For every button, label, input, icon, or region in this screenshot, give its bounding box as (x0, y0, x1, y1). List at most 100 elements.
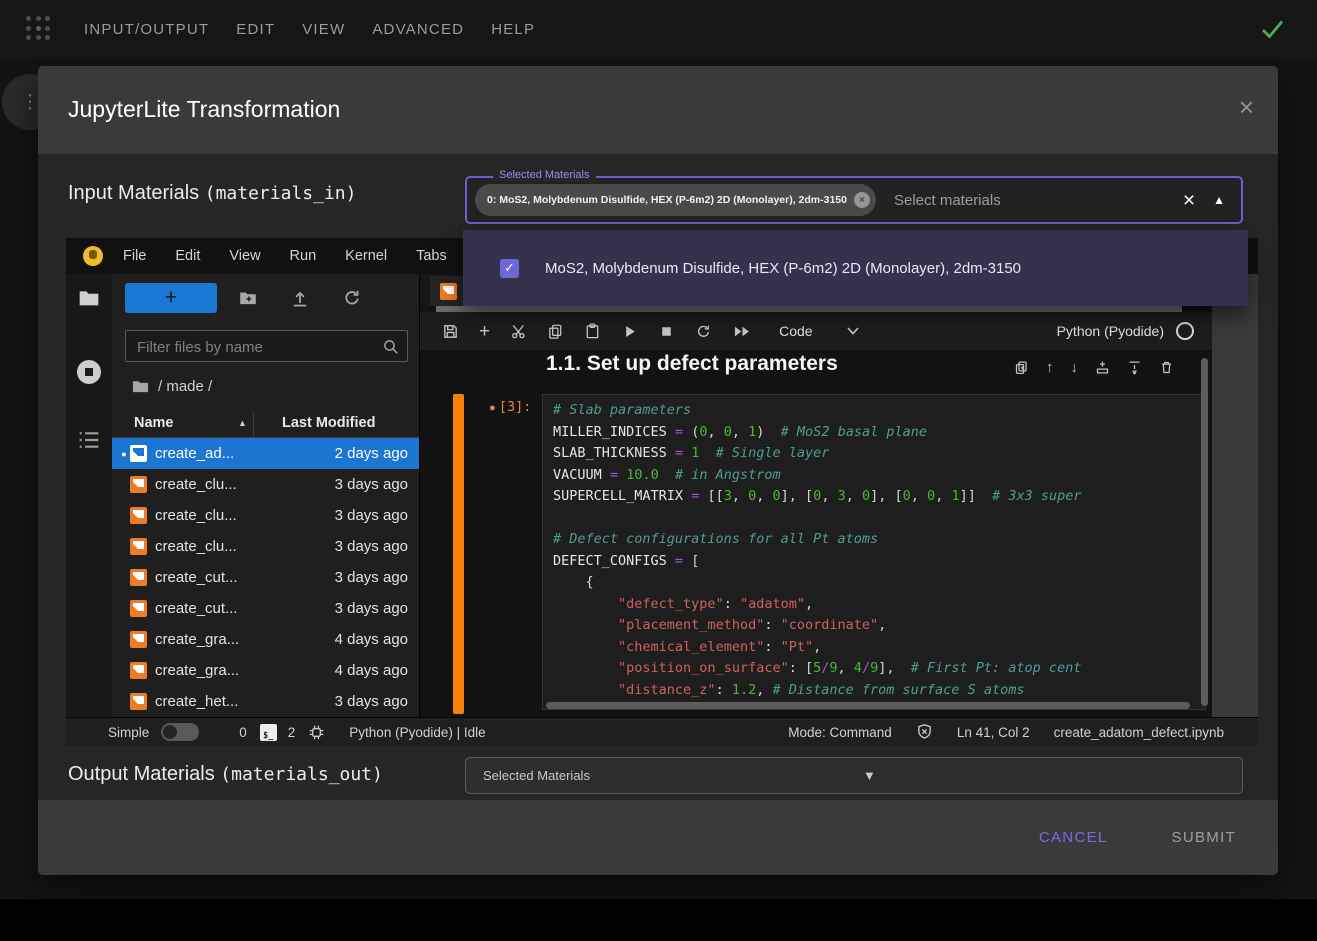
cell-collapser[interactable] (453, 394, 464, 714)
app-menu-edit[interactable]: EDIT (236, 21, 275, 38)
jupyter-menu-view[interactable]: View (229, 248, 260, 264)
jupyter-menu-run[interactable]: Run (290, 248, 317, 264)
material-chip[interactable]: 0: MoS2, Molybdenum Disulfide, HEX (P-6m… (475, 184, 876, 216)
app-menu-input-output[interactable]: INPUT/OUTPUT (84, 21, 209, 38)
cut-icon[interactable] (510, 323, 527, 340)
simple-mode-label: Simple (108, 725, 149, 740)
new-launcher-button[interactable]: + (125, 283, 217, 313)
close-icon[interactable]: × (1239, 94, 1254, 120)
code-line: # Slab parameters (553, 400, 1195, 422)
copy-icon[interactable] (547, 323, 564, 340)
search-icon (382, 338, 400, 356)
jupyter-menu-file[interactable]: File (123, 248, 146, 264)
kernel-status-text[interactable]: Python (Pyodide) | Idle (349, 725, 485, 740)
materials-dropdown: ✓ MoS2, Molybdenum Disulfide, HEX (P-6m2… (463, 230, 1248, 306)
submit-button[interactable]: SUBMIT (1166, 828, 1242, 847)
file-row[interactable]: create_clu...3 days ago (112, 500, 419, 531)
file-row[interactable]: create_clu...3 days ago (112, 531, 419, 562)
notebook-file-icon (130, 662, 147, 679)
file-row[interactable]: create_clu...3 days ago (112, 469, 419, 500)
notebook-icon (440, 283, 457, 300)
file-row[interactable]: ●create_ad...2 days ago (112, 438, 419, 469)
app-menu-advanced[interactable]: ADVANCED (372, 21, 464, 38)
cell-type-select[interactable]: Code (779, 323, 858, 339)
delete-cell-icon[interactable] (1159, 360, 1174, 375)
code-line: SLAB_THICKNESS = 1 # Single layer (553, 443, 1195, 465)
new-folder-icon[interactable] (238, 288, 258, 308)
paste-icon[interactable] (584, 323, 601, 340)
code-line: "position_on_surface": [5/9, 4/9], # Fir… (553, 658, 1195, 680)
file-modified: 2 days ago (335, 445, 419, 462)
jupyter-menu-edit[interactable]: Edit (175, 248, 200, 264)
refresh-icon[interactable] (342, 288, 362, 308)
filter-files-input[interactable] (135, 333, 379, 361)
notebook-file-icon (130, 476, 147, 493)
trust-shield-icon[interactable] (916, 723, 933, 741)
mode-indicator: Mode: Command (788, 725, 892, 740)
stop-icon[interactable] (658, 323, 675, 340)
insert-cell-above-icon[interactable] (1095, 360, 1110, 375)
notebook-content: 1.1. Set up defect parameters ● [3]: # S… (420, 350, 1212, 717)
file-browser-icon[interactable] (77, 286, 101, 310)
column-last-modified[interactable]: Last Modified (282, 415, 375, 431)
file-modified: 3 days ago (335, 600, 419, 617)
file-row[interactable]: create_gra...4 days ago (112, 655, 419, 686)
insert-cell-below-icon[interactable] (1127, 360, 1142, 375)
unsaved-dot-icon: ● (490, 403, 495, 412)
run-icon[interactable] (621, 323, 638, 340)
check-icon[interactable] (1260, 18, 1285, 40)
kernel-name[interactable]: Python (Pyodide) (1057, 322, 1194, 340)
horizontal-scrollbar[interactable] (546, 702, 1190, 709)
jupyter-menu-kernel[interactable]: Kernel (345, 248, 387, 264)
kernels-count[interactable]: 2 (288, 725, 296, 740)
move-cell-up-icon[interactable]: ↑ (1046, 360, 1054, 375)
move-cell-down-icon[interactable]: ↓ (1071, 360, 1079, 375)
app-menu-view[interactable]: VIEW (302, 21, 345, 38)
file-modified: 3 days ago (335, 569, 419, 586)
active-filename: create_adatom_defect.ipynb (1054, 725, 1224, 740)
file-modified: 3 days ago (335, 538, 419, 555)
file-modified: 4 days ago (335, 631, 419, 648)
duplicate-cell-icon[interactable] (1014, 360, 1029, 375)
jupyter-menu-tabs[interactable]: Tabs (416, 248, 447, 264)
file-name: create_cut... (155, 600, 335, 617)
collapse-icon[interactable]: ▲ (1213, 193, 1225, 207)
code-line: "chemical_element": "Pt", (553, 637, 1195, 659)
file-row[interactable]: create_gra...4 days ago (112, 624, 419, 655)
material-checkbox[interactable]: ✓ (500, 259, 519, 278)
upload-icon[interactable] (290, 288, 310, 308)
dialog-header: JupyterLite Transformation × (38, 66, 1278, 154)
file-row[interactable]: create_het...3 days ago (112, 686, 419, 717)
material-option-label[interactable]: MoS2, Molybdenum Disulfide, HEX (P-6m2) … (545, 260, 1021, 277)
app-logo-icon[interactable] (26, 16, 52, 42)
running-kernels-icon[interactable] (77, 360, 101, 384)
cursor-position[interactable]: Ln 41, Col 2 (957, 725, 1030, 740)
add-cell-icon[interactable]: + (479, 323, 490, 340)
code-line: SUPERCELL_MATRIX = [[3, 0, 0], [0, 3, 0]… (553, 486, 1195, 508)
vertical-scrollbar[interactable] (1201, 358, 1208, 706)
restart-kernel-icon[interactable] (695, 323, 712, 340)
output-materials-select[interactable]: Selected Materials ▼ (465, 757, 1243, 794)
terminal-icon[interactable]: $_ (260, 724, 277, 741)
app-menus: INPUT/OUTPUT EDIT VIEW ADVANCED HELP (84, 21, 535, 38)
kernel-status-icon (1176, 322, 1194, 340)
breadcrumb[interactable]: / made / (132, 378, 212, 395)
app-menu-help[interactable]: HELP (491, 21, 535, 38)
file-browser-panel: + (112, 274, 420, 717)
table-of-contents-icon[interactable] (77, 429, 101, 451)
restart-run-all-icon[interactable] (732, 323, 753, 340)
simple-mode-toggle[interactable] (161, 723, 199, 741)
folder-icon (132, 379, 149, 394)
code-line: { (553, 572, 1195, 594)
file-row[interactable]: create_cut...3 days ago (112, 562, 419, 593)
code-cell[interactable]: # Slab parametersMILLER_INDICES = (0, 0,… (542, 394, 1206, 710)
file-row[interactable]: create_cut...3 days ago (112, 593, 419, 624)
save-icon[interactable] (442, 323, 459, 340)
kernel-chip-icon[interactable] (308, 724, 325, 741)
cancel-button[interactable]: CANCEL (1033, 828, 1114, 847)
materials-select-field[interactable]: 0: MoS2, Molybdenum Disulfide, HEX (P-6m… (465, 176, 1243, 224)
clear-selection-icon[interactable]: × (1183, 190, 1195, 211)
chip-delete-icon[interactable]: × (854, 192, 870, 208)
terminals-count[interactable]: 0 (239, 725, 247, 740)
column-name[interactable]: Name (134, 415, 174, 431)
